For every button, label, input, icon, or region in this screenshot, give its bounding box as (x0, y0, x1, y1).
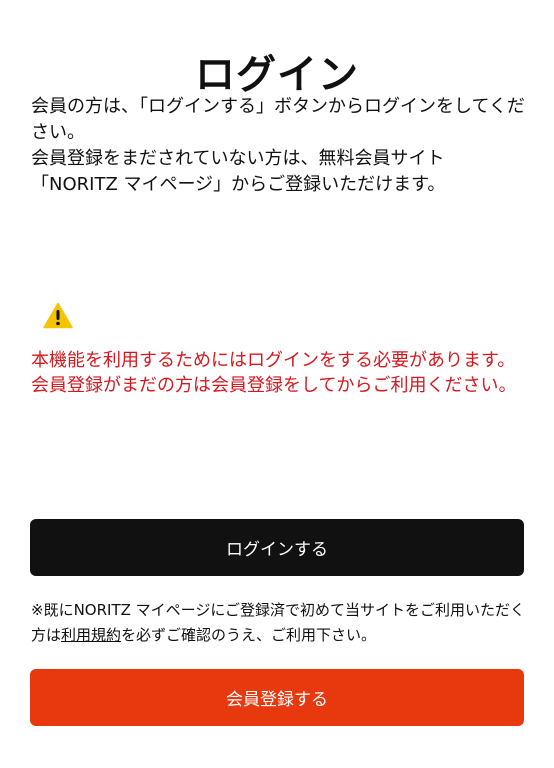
register-button[interactable]: 会員登録する (30, 669, 524, 726)
page-title: ログイン (195, 51, 359, 98)
login-required-warning: 本機能を利用するためにはログインをする必要があります。会員登録がまだの方は会員登… (31, 350, 517, 396)
intro-text: 会員の方は、「ログインする」ボタンからログインをしてください。 会員登録をまださ… (31, 94, 531, 198)
terms-link[interactable]: 利用規約 (61, 626, 121, 644)
warning-icon (43, 302, 73, 329)
terms-note-after: を必ずご確認のうえ、ご利用下さい。 (121, 626, 377, 644)
login-button[interactable]: ログインする (30, 519, 524, 576)
terms-note: ※既にNORITZ マイページにご登録済で初めて当サイトをご利用いただく方は利用… (31, 598, 531, 648)
intro-line-register: 会員登録をまだされていない方は、無料会員サイト「NORITZ マイページ」からご… (31, 148, 446, 195)
intro-line-member: 会員の方は、「ログインする」ボタンからログインをしてください。 (31, 96, 525, 143)
